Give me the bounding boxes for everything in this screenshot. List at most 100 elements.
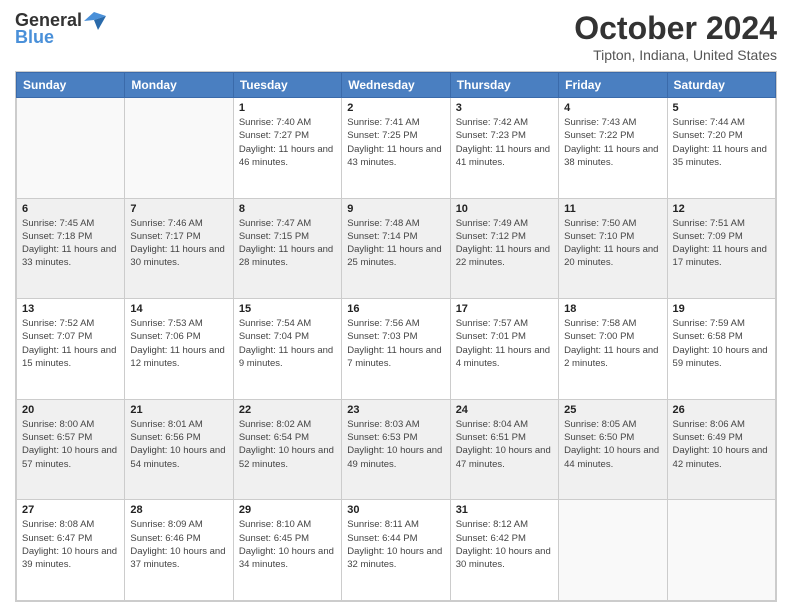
day-info: Sunrise: 8:06 AM Sunset: 6:49 PM Dayligh… [673,418,770,471]
table-row: 19Sunrise: 7:59 AM Sunset: 6:58 PM Dayli… [667,299,775,400]
col-saturday: Saturday [667,73,775,98]
day-info: Sunrise: 8:09 AM Sunset: 6:46 PM Dayligh… [130,518,227,571]
day-number: 30 [347,504,444,516]
day-number: 1 [239,102,336,114]
day-info: Sunrise: 8:05 AM Sunset: 6:50 PM Dayligh… [564,418,661,471]
title-block: October 2024 Tipton, Indiana, United Sta… [574,10,777,63]
day-info: Sunrise: 7:58 AM Sunset: 7:00 PM Dayligh… [564,317,661,370]
calendar-body: 1 Sunrise: 7:40 AM Sunset: 7:27 PM Daylig… [17,98,776,601]
logo: General Blue [15,10,106,48]
header: General Blue October 2024 Tipton, Indian… [15,10,777,63]
day-number: 4 [564,102,661,114]
day-info: Sunrise: 7:52 AM Sunset: 7:07 PM Dayligh… [22,317,119,370]
table-row [125,98,233,199]
calendar-subtitle: Tipton, Indiana, United States [574,47,777,63]
day-info: Sunrise: 8:10 AM Sunset: 6:45 PM Dayligh… [239,518,336,571]
day-number: 29 [239,504,336,516]
day-info: Sunrise: 7:57 AM Sunset: 7:01 PM Dayligh… [456,317,553,370]
col-tuesday: Tuesday [233,73,341,98]
day-number: 16 [347,303,444,315]
day-info: Sunrise: 7:45 AM Sunset: 7:18 PM Dayligh… [22,217,119,270]
day-info: Sunrise: 7:43 AM Sunset: 7:22 PM Dayligh… [564,116,661,169]
table-row: 1 Sunrise: 7:40 AM Sunset: 7:27 PM Daylig… [233,98,341,199]
calendar-week-row: 1 Sunrise: 7:40 AM Sunset: 7:27 PM Daylig… [17,98,776,199]
calendar-week-row: 27Sunrise: 8:08 AM Sunset: 6:47 PM Dayli… [17,500,776,601]
day-info: Sunrise: 8:11 AM Sunset: 6:44 PM Dayligh… [347,518,444,571]
day-info: Sunrise: 7:48 AM Sunset: 7:14 PM Dayligh… [347,217,444,270]
col-sunday: Sunday [17,73,125,98]
table-row: 20 Sunrise: 8:00 AM Sunset: 6:57 PM Dayli… [17,399,125,500]
table-row: 24 Sunrise: 8:04 AM Sunset: 6:51 PM Dayli… [450,399,558,500]
day-number: 9 [347,203,444,215]
calendar-week-row: 20 Sunrise: 8:00 AM Sunset: 6:57 PM Dayli… [17,399,776,500]
day-number: 24 [456,404,553,416]
col-thursday: Thursday [450,73,558,98]
table-row: 4 Sunrise: 7:43 AM Sunset: 7:22 PM Daylig… [559,98,667,199]
table-row: 25 Sunrise: 8:05 AM Sunset: 6:50 PM Dayli… [559,399,667,500]
day-info: Sunrise: 7:40 AM Sunset: 7:27 PM Dayligh… [239,116,336,169]
day-number: 18 [564,303,661,315]
calendar: Sunday Monday Tuesday Wednesday Thursday… [15,71,777,602]
day-info: Sunrise: 8:02 AM Sunset: 6:54 PM Dayligh… [239,418,336,471]
table-row: 11Sunrise: 7:50 AM Sunset: 7:10 PM Dayli… [559,198,667,299]
table-row: 31 Sunrise: 8:12 AM Sunset: 6:42 PM Dayli… [450,500,558,601]
day-number: 15 [239,303,336,315]
logo-blue-text: Blue [15,27,54,48]
table-row: 15Sunrise: 7:54 AM Sunset: 7:04 PM Dayli… [233,299,341,400]
day-number: 7 [130,203,227,215]
table-row [17,98,125,199]
table-row: 6Sunrise: 7:45 AM Sunset: 7:18 PM Daylig… [17,198,125,299]
day-info: Sunrise: 7:53 AM Sunset: 7:06 PM Dayligh… [130,317,227,370]
day-number: 23 [347,404,444,416]
table-row: 10 Sunrise: 7:49 AM Sunset: 7:12 PM Dayli… [450,198,558,299]
table-row: 5Sunrise: 7:44 AM Sunset: 7:20 PM Daylig… [667,98,775,199]
day-number: 25 [564,404,661,416]
col-monday: Monday [125,73,233,98]
day-number: 21 [130,404,227,416]
table-row: 14 Sunrise: 7:53 AM Sunset: 7:06 PM Dayli… [125,299,233,400]
table-row: 22Sunrise: 8:02 AM Sunset: 6:54 PM Dayli… [233,399,341,500]
day-info: Sunrise: 7:41 AM Sunset: 7:25 PM Dayligh… [347,116,444,169]
table-row: 2 Sunrise: 7:41 AM Sunset: 7:25 PM Daylig… [342,98,450,199]
col-wednesday: Wednesday [342,73,450,98]
day-info: Sunrise: 8:03 AM Sunset: 6:53 PM Dayligh… [347,418,444,471]
table-row: 3Sunrise: 7:42 AM Sunset: 7:23 PM Daylig… [450,98,558,199]
day-info: Sunrise: 7:59 AM Sunset: 6:58 PM Dayligh… [673,317,770,370]
table-row: 17 Sunrise: 7:57 AM Sunset: 7:01 PM Dayli… [450,299,558,400]
header-row: Sunday Monday Tuesday Wednesday Thursday… [17,73,776,98]
table-row: 18 Sunrise: 7:58 AM Sunset: 7:00 PM Dayli… [559,299,667,400]
day-number: 10 [456,203,553,215]
day-number: 17 [456,303,553,315]
day-info: Sunrise: 8:00 AM Sunset: 6:57 PM Dayligh… [22,418,119,471]
day-info: Sunrise: 7:47 AM Sunset: 7:15 PM Dayligh… [239,217,336,270]
table-row [559,500,667,601]
day-number: 26 [673,404,770,416]
day-number: 14 [130,303,227,315]
table-row: 12Sunrise: 7:51 AM Sunset: 7:09 PM Dayli… [667,198,775,299]
table-row: 29 Sunrise: 8:10 AM Sunset: 6:45 PM Dayli… [233,500,341,601]
table-row: 16 Sunrise: 7:56 AM Sunset: 7:03 PM Dayli… [342,299,450,400]
day-number: 20 [22,404,119,416]
day-info: Sunrise: 7:46 AM Sunset: 7:17 PM Dayligh… [130,217,227,270]
col-friday: Friday [559,73,667,98]
day-info: Sunrise: 8:01 AM Sunset: 6:56 PM Dayligh… [130,418,227,471]
day-number: 31 [456,504,553,516]
table-row: 27Sunrise: 8:08 AM Sunset: 6:47 PM Dayli… [17,500,125,601]
day-info: Sunrise: 7:49 AM Sunset: 7:12 PM Dayligh… [456,217,553,270]
calendar-table: Sunday Monday Tuesday Wednesday Thursday… [16,72,776,601]
day-number: 12 [673,203,770,215]
calendar-title: October 2024 [574,10,777,47]
day-number: 5 [673,102,770,114]
day-number: 2 [347,102,444,114]
day-info: Sunrise: 8:12 AM Sunset: 6:42 PM Dayligh… [456,518,553,571]
table-row [667,500,775,601]
table-row: 13Sunrise: 7:52 AM Sunset: 7:07 PM Dayli… [17,299,125,400]
day-number: 8 [239,203,336,215]
day-info: Sunrise: 8:08 AM Sunset: 6:47 PM Dayligh… [22,518,119,571]
day-info: Sunrise: 7:50 AM Sunset: 7:10 PM Dayligh… [564,217,661,270]
day-number: 3 [456,102,553,114]
day-info: Sunrise: 8:04 AM Sunset: 6:51 PM Dayligh… [456,418,553,471]
day-info: Sunrise: 7:56 AM Sunset: 7:03 PM Dayligh… [347,317,444,370]
logo-bird-icon [84,12,106,30]
day-number: 28 [130,504,227,516]
